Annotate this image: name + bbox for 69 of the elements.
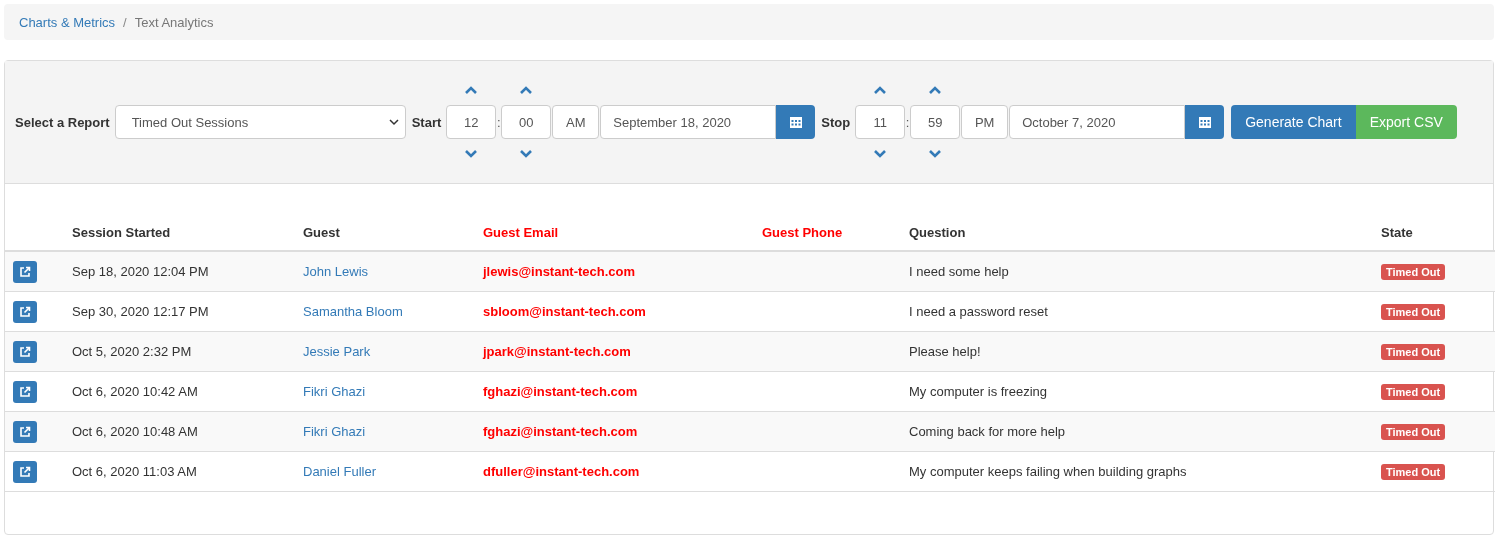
state-badge: Timed Out (1381, 384, 1446, 400)
table-cell: Sep 30, 2020 12:17 PM (64, 291, 295, 332)
table-cell: My computer keeps failing when building graphs (901, 451, 1373, 492)
breadcrumb-separator: / (123, 14, 127, 30)
time-separator: : (496, 114, 502, 130)
email-text: fghazi@instant-tech.com (483, 384, 638, 399)
hour-field[interactable]: 11 (855, 105, 906, 139)
hour-field[interactable]: 12 (446, 105, 497, 139)
period-toggle[interactable]: PM (961, 105, 1009, 139)
email-text: dfuller@instant-tech.com (483, 464, 640, 479)
breadcrumb-link[interactable]: Charts & Metrics (19, 14, 116, 30)
external-link-icon (19, 385, 31, 398)
period-toggle[interactable]: AM (552, 105, 600, 139)
time-separator: : (905, 114, 911, 130)
table-cell: Coming back for more help (901, 411, 1373, 452)
chevron-down-icon[interactable] (464, 147, 479, 160)
table-cell: I need a password reset (901, 291, 1373, 332)
state-badge: Timed Out (1381, 264, 1446, 280)
calendar-button[interactable] (1185, 105, 1225, 139)
email-text: jpark@instant-tech.com (483, 344, 631, 359)
table-cell: Oct 6, 2020 11:03 AM (64, 451, 295, 492)
open-button[interactable] (13, 420, 37, 443)
email-text: sbloom@instant-tech.com (483, 304, 646, 319)
state-badge: Timed Out (1381, 464, 1446, 480)
external-link-icon (19, 465, 31, 478)
guest-link[interactable]: John Lewis (303, 264, 369, 279)
external-link-icon (19, 265, 31, 278)
date-field[interactable]: October 7, 2020 (1009, 105, 1186, 139)
guest-link[interactable]: Fikri Ghazi (303, 424, 366, 439)
start-label: Start (411, 114, 442, 130)
calendar-icon (788, 115, 803, 129)
open-button[interactable] (13, 300, 37, 323)
table-cell: My computer is freezing (901, 371, 1373, 412)
open-button[interactable] (13, 260, 37, 283)
report-label: Select a Report (15, 114, 110, 130)
table-cell: Sep 18, 2020 12:04 PM (64, 251, 295, 292)
breadcrumb-current: Text Analytics (134, 14, 214, 30)
guest-link[interactable]: Daniel Fuller (303, 464, 376, 479)
minute-field[interactable]: 59 (910, 105, 961, 139)
external-link-icon (19, 345, 31, 358)
table-cell: Oct 6, 2020 10:48 AM (64, 411, 295, 452)
chevron-down-icon[interactable] (519, 147, 534, 160)
open-button[interactable] (13, 340, 37, 363)
calendar-button[interactable] (776, 105, 816, 139)
email-text: fghazi@instant-tech.com (483, 424, 638, 439)
stop-label: Stop (821, 114, 851, 130)
open-button[interactable] (13, 380, 37, 403)
table-cell: Oct 5, 2020 2:32 PM (64, 331, 295, 372)
caret-icon (388, 118, 399, 126)
external-link-icon (19, 305, 31, 318)
state-badge: Timed Out (1381, 344, 1446, 360)
state-badge: Timed Out (1381, 424, 1446, 440)
generate-button[interactable]: Generate Chart (1231, 105, 1356, 139)
table-cell: I need some help (901, 251, 1373, 292)
state-badge: Timed Out (1381, 304, 1446, 320)
guest-link[interactable]: Samantha Bloom (303, 304, 403, 319)
minute-field[interactable]: 00 (501, 105, 552, 139)
table-cell: Oct 6, 2020 10:42 AM (64, 371, 295, 412)
table-cell: Please help! (901, 331, 1373, 372)
report-select[interactable]: Timed Out Sessions (114, 105, 406, 139)
chevron-down-icon[interactable] (928, 147, 943, 160)
chevron-down-icon[interactable] (873, 147, 888, 160)
email-text: jlewis@instant-tech.com (483, 264, 636, 279)
calendar-icon (1197, 115, 1212, 129)
guest-link[interactable]: Fikri Ghazi (303, 384, 366, 399)
guest-link[interactable]: Jessie Park (303, 344, 371, 359)
date-field[interactable]: September 18, 2020 (600, 105, 777, 139)
external-link-icon (19, 425, 31, 438)
open-button[interactable] (13, 460, 37, 483)
